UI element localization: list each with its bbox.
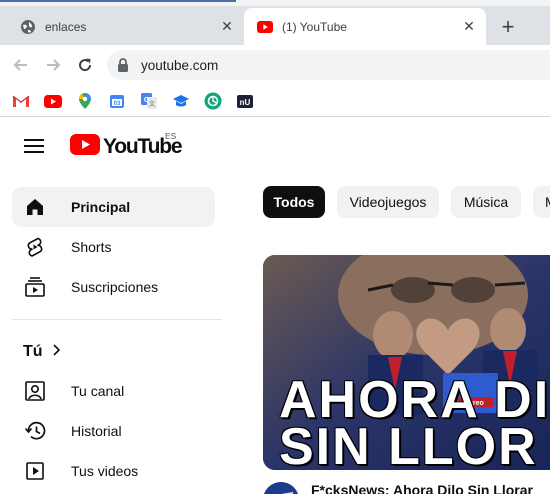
sidebar-divider bbox=[12, 319, 222, 320]
maps-icon[interactable] bbox=[76, 92, 94, 110]
tab-strip: enlaces ✕ (1) YouTube ✕ + bbox=[0, 0, 550, 45]
video-title[interactable]: F*cksNews: Ahora Dilo Sin Llorar bbox=[311, 482, 533, 494]
globe-icon bbox=[20, 19, 36, 35]
channel-avatar[interactable] bbox=[263, 482, 299, 494]
sidebar-item-label: Tus videos bbox=[71, 463, 139, 479]
tab-title: (1) YouTube bbox=[282, 19, 347, 34]
forward-arrow-icon[interactable] bbox=[41, 53, 65, 77]
sidebar-item-label: Suscripciones bbox=[71, 279, 159, 295]
reload-icon[interactable] bbox=[73, 53, 97, 77]
your-videos-icon bbox=[23, 459, 47, 483]
calendar-icon[interactable]: 03 bbox=[108, 92, 126, 110]
region-code: ES bbox=[165, 131, 177, 141]
bookmarks-bar: 03 G文 nU bbox=[0, 85, 550, 117]
tab-enlaces[interactable]: enlaces ✕ bbox=[8, 8, 244, 45]
sidebar-item-principal[interactable]: Principal bbox=[12, 187, 215, 227]
menu-icon[interactable] bbox=[24, 139, 46, 155]
sidebar-section-you[interactable]: Tú bbox=[23, 340, 61, 364]
browser-toolbar: youtube.com bbox=[0, 45, 550, 85]
classroom-icon[interactable] bbox=[172, 92, 190, 110]
chip-videojuegos[interactable]: Videojuegos bbox=[337, 186, 439, 218]
new-tab-button[interactable]: + bbox=[496, 14, 520, 39]
lock-icon[interactable] bbox=[117, 58, 131, 72]
sidebar-item-historial[interactable]: Historial bbox=[12, 411, 215, 451]
close-tab-icon[interactable]: ✕ bbox=[460, 18, 478, 36]
sidebar-item-label: Tu canal bbox=[71, 383, 125, 399]
chatgpt-icon[interactable] bbox=[204, 92, 222, 110]
sidebar-item-label: Principal bbox=[71, 199, 131, 215]
translate-icon[interactable]: G文 bbox=[140, 92, 158, 110]
youtube-icon bbox=[257, 19, 273, 35]
tab-youtube[interactable]: (1) YouTube ✕ bbox=[244, 8, 486, 45]
chevron-right-icon bbox=[51, 343, 61, 361]
chip-partial[interactable]: M bbox=[533, 186, 550, 218]
sidebar-item-shorts[interactable]: Shorts bbox=[12, 227, 215, 267]
svg-text:nU: nU bbox=[240, 98, 251, 107]
url-text: youtube.com bbox=[141, 57, 219, 73]
channel-icon bbox=[23, 379, 47, 403]
window-top-bar bbox=[0, 0, 550, 6]
svg-text:文: 文 bbox=[149, 100, 155, 108]
youtube-icon[interactable] bbox=[44, 92, 62, 110]
thumbnail-text-line2: SIN LLOR bbox=[279, 418, 538, 470]
sidebar-item-label: Historial bbox=[71, 423, 122, 439]
gmail-icon[interactable] bbox=[12, 92, 30, 110]
tab-title: enlaces bbox=[45, 19, 87, 34]
sidebar-item-tus-videos[interactable]: Tus videos bbox=[12, 451, 215, 491]
home-icon bbox=[23, 195, 47, 219]
back-arrow-icon[interactable] bbox=[9, 53, 33, 77]
section-title: Tú bbox=[23, 343, 43, 360]
sidebar-item-tu-canal[interactable]: Tu canal bbox=[12, 371, 215, 411]
chip-todos[interactable]: Todos bbox=[263, 186, 325, 218]
svg-text:03: 03 bbox=[114, 101, 121, 107]
address-bar[interactable]: youtube.com bbox=[107, 50, 550, 80]
sidebar-item-suscripciones[interactable]: Suscripciones bbox=[12, 267, 215, 307]
close-tab-icon[interactable]: ✕ bbox=[218, 18, 236, 36]
shorts-icon bbox=[23, 235, 47, 259]
subscriptions-icon bbox=[23, 275, 47, 299]
chip-musica[interactable]: Música bbox=[451, 186, 521, 218]
extension-icon[interactable]: nU bbox=[236, 92, 254, 110]
youtube-logo-icon bbox=[70, 134, 100, 160]
history-icon bbox=[23, 419, 47, 443]
video-thumbnail[interactable]: noticreo AHORA DI SIN LLOR bbox=[263, 255, 550, 470]
youtube-logo[interactable]: YouTube ES bbox=[70, 131, 183, 160]
sidebar-item-label: Shorts bbox=[71, 239, 112, 255]
